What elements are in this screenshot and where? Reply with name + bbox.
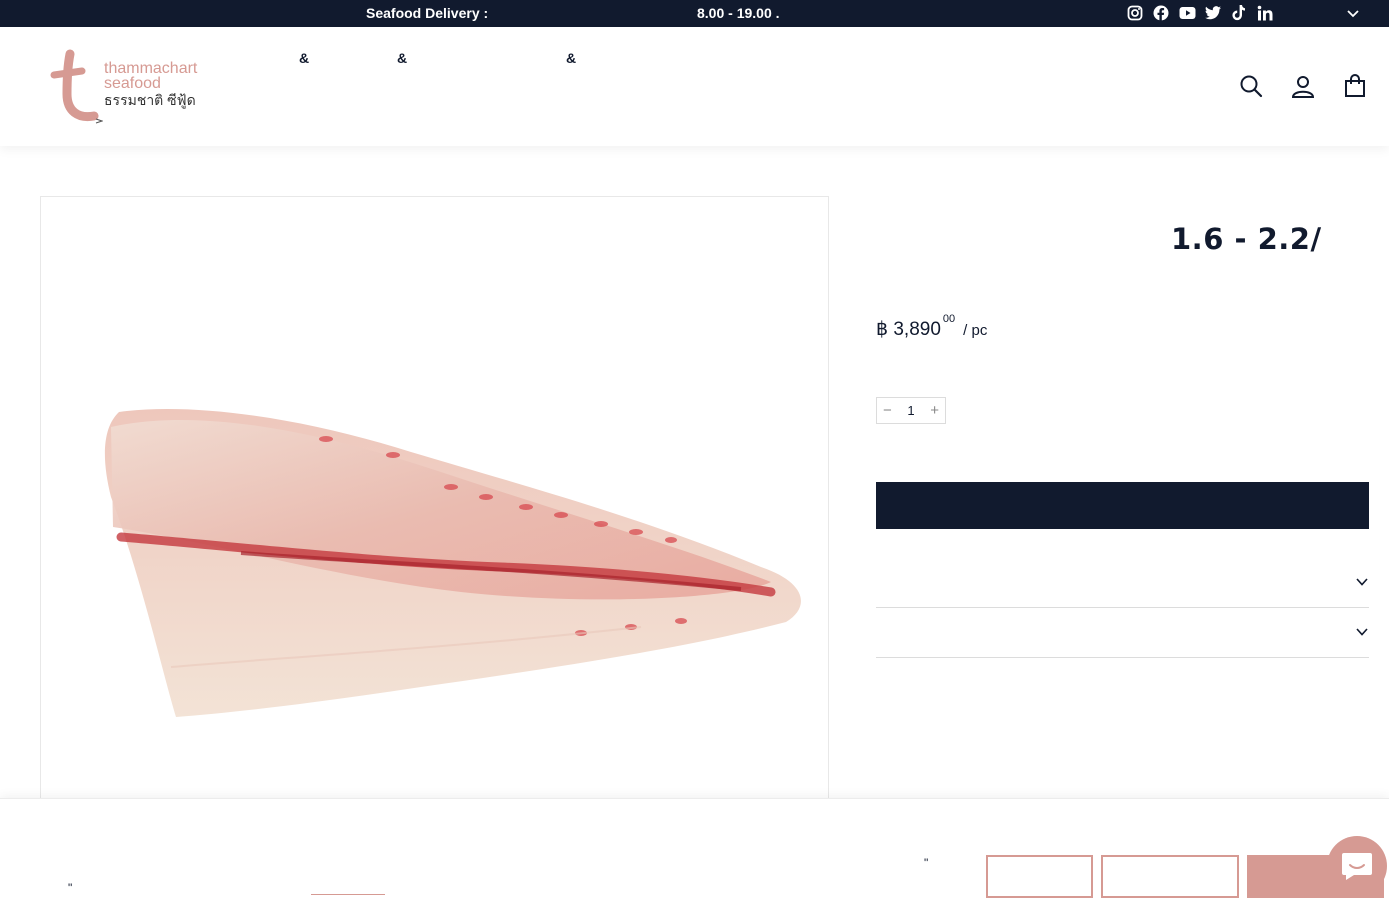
chevron-down-icon (1355, 625, 1369, 639)
chat-icon (1342, 853, 1372, 880)
product-image[interactable] (40, 196, 829, 816)
chevron-down-icon (1355, 575, 1369, 589)
quantity-decrease-button[interactable]: − (883, 402, 892, 419)
quantity-increase-button[interactable]: + (930, 402, 939, 419)
chevron-down-icon[interactable] (1345, 5, 1361, 21)
cookie-text: " (68, 881, 73, 895)
twitter-icon[interactable] (1204, 4, 1222, 22)
logo-text-seafood: seafood (104, 75, 161, 92)
cookie-text-right: " (924, 856, 929, 870)
instagram-icon[interactable] (1126, 4, 1144, 22)
site-header: thammachart seafood ธรรมชาติ ซีฟู้ด & & … (0, 27, 1389, 146)
logo-t-icon (50, 49, 103, 124)
announcement-delivery-label: Seafood Delivery : (366, 5, 489, 21)
search-icon[interactable] (1238, 73, 1264, 99)
product-price: ฿ 3,89000 / pc (876, 313, 988, 341)
accordion-description[interactable] (876, 559, 1369, 608)
cookie-decline-button[interactable] (986, 855, 1093, 898)
announcement-hours: 8.00 - 19.00 . (697, 5, 780, 21)
cart-icon[interactable] (1342, 73, 1368, 99)
tiktok-icon[interactable] (1230, 4, 1248, 22)
nav-item-2[interactable]: & (397, 50, 407, 66)
social-links (1126, 4, 1274, 22)
account-icon[interactable] (1290, 73, 1316, 99)
facebook-icon[interactable] (1152, 4, 1170, 22)
privacy-link[interactable] (311, 894, 385, 895)
price-main: ฿ 3,890 (876, 319, 941, 340)
announcement-bar: Seafood Delivery : 8.00 - 19.00 . (0, 0, 1389, 27)
quantity-input[interactable]: 1 (907, 403, 914, 418)
cookie-banner: " " (0, 798, 1389, 902)
brand-logo[interactable]: thammachart seafood ธรรมชาติ ซีฟู้ด (48, 49, 218, 124)
price-unit: / pc (963, 322, 988, 339)
nav-item-1[interactable]: & (299, 50, 309, 66)
cookie-preferences-button[interactable] (1101, 855, 1239, 898)
logo-text-thai: ธรรมชาติ ซีฟู้ด (104, 92, 196, 108)
chat-button[interactable] (1327, 836, 1387, 896)
product-title: 1.6 - 2.2/ (1171, 222, 1322, 256)
linkedin-icon[interactable] (1256, 4, 1274, 22)
quantity-stepper: − 1 + (876, 397, 946, 424)
youtube-icon[interactable] (1178, 4, 1196, 22)
accordion-details[interactable] (876, 609, 1369, 658)
price-cents: 00 (942, 312, 956, 325)
nav-item-3[interactable]: & (566, 50, 576, 66)
add-to-cart-button[interactable] (876, 482, 1369, 529)
